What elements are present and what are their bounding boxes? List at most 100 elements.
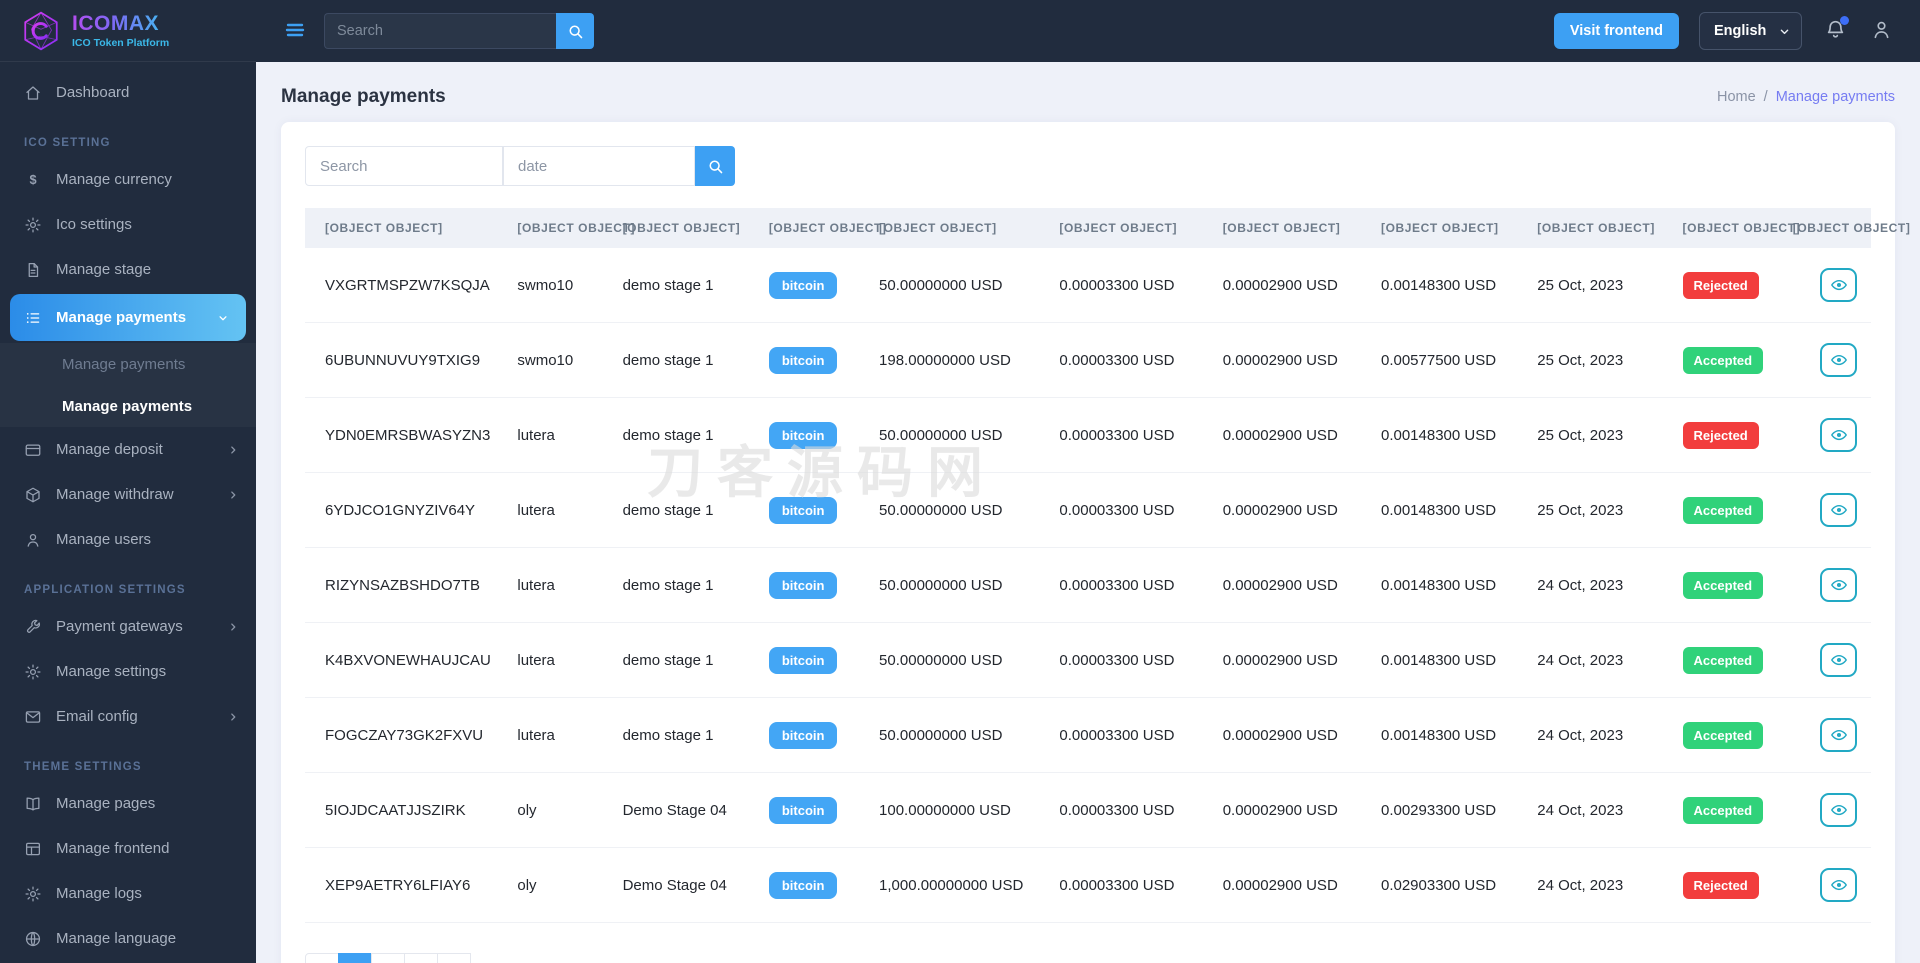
table-head: [object Object] [object Object] [object … [305,208,1910,248]
view-payment-button[interactable] [1820,268,1857,302]
page-title: Manage payments [281,86,446,107]
page-header: Manage payments Home / Manage payments [281,86,1895,108]
cell-action [1780,397,1871,473]
cell-gateway: bitcoin [756,847,868,923]
view-payment-button[interactable] [1820,343,1857,377]
sidebar-item[interactable]: Ico settings [0,202,256,247]
cell-stage: Demo Stage 04 [610,772,757,848]
sidebar-item-icon [24,309,42,327]
view-payment-button[interactable] [1820,718,1857,752]
table-row: YDN0EMRSBWASYZN3 lutera demo stage 1 bit… [305,397,1871,473]
cell-amount: 50.00000000 USD [867,472,1048,548]
pagination: ‹ 1 2 3 › [305,953,471,963]
sidebar-item[interactable]: Manage language [0,916,256,961]
notification-badge [1840,16,1849,25]
profile-button[interactable] [1868,18,1894,44]
cell-gateway: bitcoin [756,248,868,323]
sidebar-item-icon [24,930,42,948]
sidebar-item-label: Manage settings [56,663,167,680]
sidebar-item-icon [24,486,42,504]
cell-status: Accepted [1670,697,1781,773]
cell-user: lutera [505,472,611,548]
gateway-badge: bitcoin [768,421,838,449]
pagination-button[interactable]: 1 [338,953,372,963]
cell-rate: 0.00002900 USD [1210,697,1369,773]
notifications-button[interactable] [1822,16,1849,44]
cell-status: Accepted [1670,472,1781,548]
cell-charge: 0.00003300 USD [1047,248,1211,323]
visit-frontend-button[interactable]: Visit frontend [1553,13,1679,49]
pagination-button[interactable]: 2 [371,953,405,963]
filter-search-button[interactable] [695,146,735,186]
sidebar-item-icon [24,531,42,549]
sidebar-item[interactable]: Manage logs [0,871,256,916]
status-badge: Accepted [1682,346,1764,374]
sidebar-subitem[interactable]: Manage payments [0,385,256,427]
view-payment-button[interactable] [1820,493,1857,527]
view-payment-button[interactable] [1820,568,1857,602]
cell-user: swmo10 [505,322,611,398]
sidebar-subitem[interactable]: Manage payments [0,343,256,385]
pagination-button[interactable]: › [437,953,471,963]
sidebar-item[interactable]: Manage withdraw [0,472,256,517]
cell-status: Rejected [1670,248,1781,323]
cell-gateway: bitcoin [756,472,868,548]
menu-toggle-button[interactable] [280,16,310,46]
cell-action [1780,622,1871,698]
cell-amount: 198.00000000 USD [867,322,1048,398]
cell-amount: 50.00000000 USD [867,547,1048,623]
cell-action [1780,697,1871,773]
cell-payment-date: 24 Oct, 2023 [1525,772,1671,848]
sidebar-item-icon [24,171,42,189]
eye-icon [1830,426,1848,444]
sidebar-item[interactable]: Dashboard [0,70,256,115]
language-select[interactable]: English [1699,12,1802,50]
view-payment-button[interactable] [1820,868,1857,902]
sidebar-item[interactable]: Payment gateways [0,604,256,649]
sidebar-item[interactable]: Manage payments [10,294,246,341]
eye-icon [1830,351,1848,369]
pagination-button[interactable]: 3 [404,953,438,963]
filter-date-input[interactable] [503,146,695,186]
pagination-button[interactable]: ‹ [305,953,339,963]
cell-final-amount: 0.02903300 USD [1368,847,1526,923]
sidebar-item[interactable]: Manage pages [0,781,256,826]
chevron-icon [226,533,240,547]
sidebar-item[interactable]: Manage settings [0,649,256,694]
cell-final-amount: 0.00577500 USD [1368,322,1526,398]
sidebar-item-icon [24,216,42,234]
view-payment-button[interactable] [1820,418,1857,452]
brand-logo[interactable]: ICOMAX ICO Token Platform [0,0,256,62]
filter-search-input[interactable] [305,146,503,186]
sidebar-item[interactable]: Email config [0,694,256,739]
sidebar-item[interactable]: Manage currency [0,157,256,202]
table-row: RIZYNSAZBSHDO7TB lutera demo stage 1 bit… [305,547,1871,623]
cell-stage: demo stage 1 [610,322,757,398]
view-payment-button[interactable] [1820,793,1857,827]
sidebar-item[interactable]: Manage frontend [0,826,256,871]
view-payment-button[interactable] [1820,643,1857,677]
table-column-header: [object Object] [610,208,757,248]
cell-final-amount: 0.00148300 USD [1368,397,1526,473]
breadcrumb-home-link[interactable]: Home [1717,89,1756,105]
cell-gateway: bitcoin [756,697,868,773]
cell-stage: demo stage 1 [610,397,757,473]
topbar-search-button[interactable] [556,13,594,49]
sidebar-item[interactable]: Manage stage [0,247,256,292]
topbar-search-input[interactable] [324,13,556,49]
sidebar-item-label: Dashboard [56,84,130,101]
sidebar-item[interactable]: Manage deposit [0,427,256,472]
status-badge: Accepted [1682,571,1764,599]
hamburger-icon [281,18,309,42]
sidebar-item-label: Manage deposit [56,441,163,458]
sidebar-submenu: Manage payments Manage payments [0,343,256,427]
cell-trx: FOGCZAY73GK2FXVU [305,697,506,773]
payments-table: [object Object] [object Object] [object … [305,208,1910,923]
eye-icon [1830,651,1848,669]
cell-gateway: bitcoin [756,622,868,698]
sidebar-item[interactable]: Manage users [0,517,256,562]
language-select-wrapper: English [1699,12,1802,50]
chevron-icon [226,218,240,232]
cell-user: oly [505,772,611,848]
table-column-header: [object Object] [1368,208,1526,248]
